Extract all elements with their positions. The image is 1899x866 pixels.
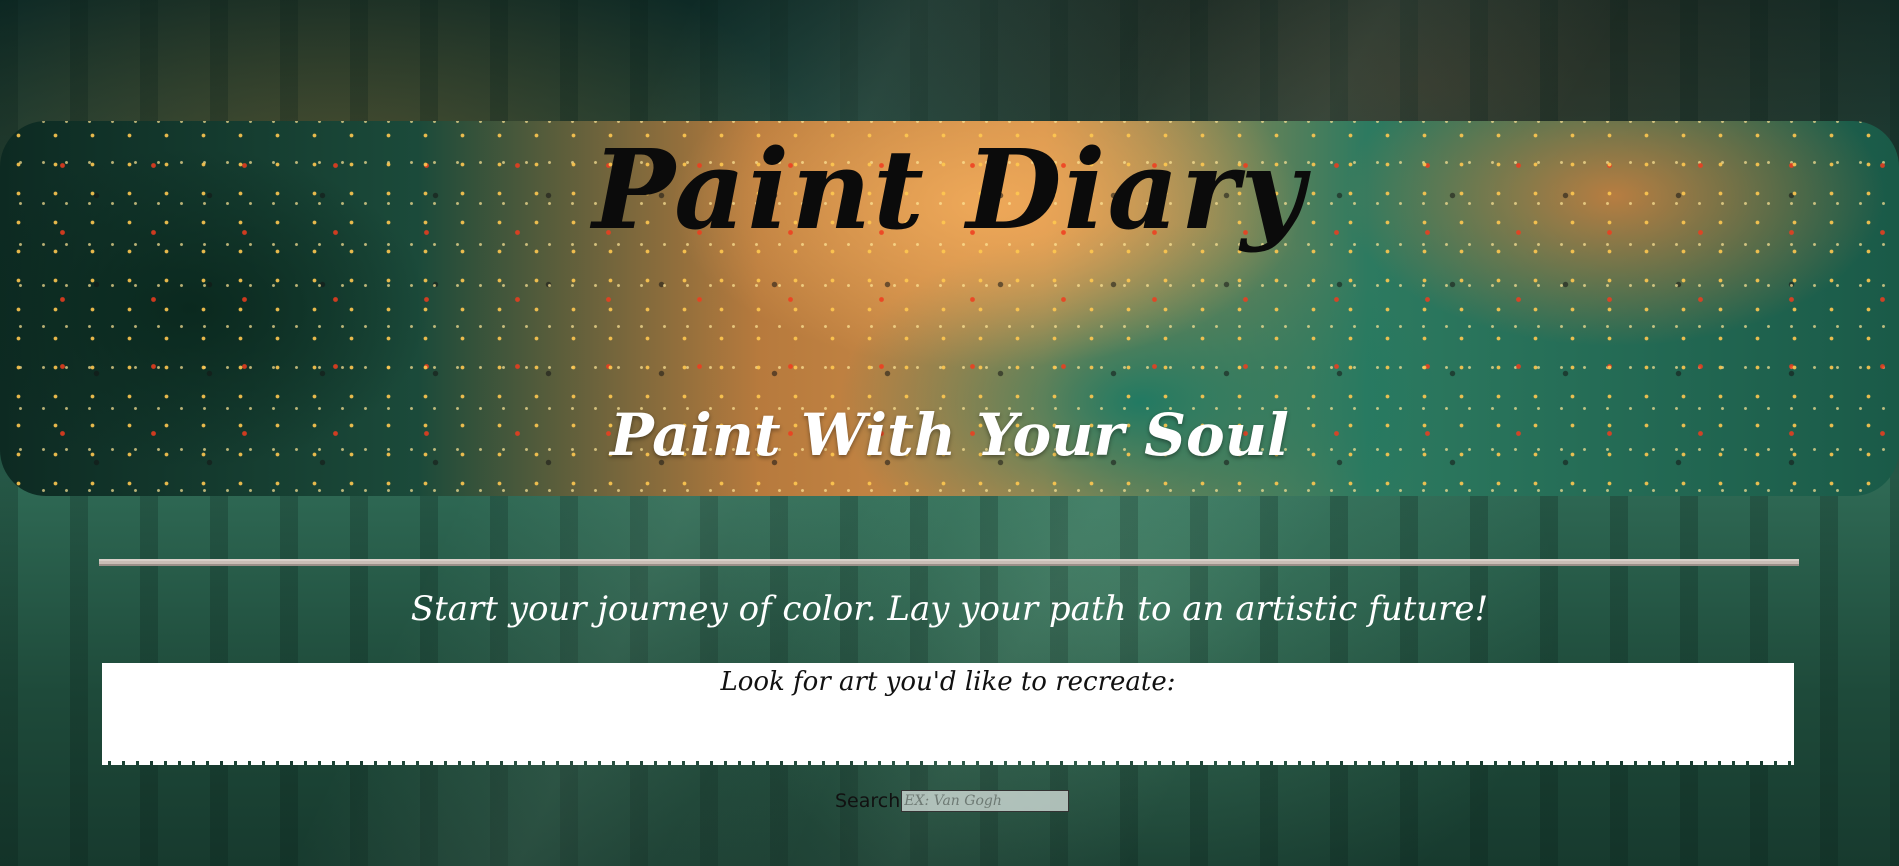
section-divider	[99, 559, 1799, 566]
search-prompt-label: Look for art you'd like to recreate:	[720, 667, 1176, 697]
search-prompt-panel: Look for art you'd like to recreate:	[102, 663, 1794, 765]
page-title: Paint Diary	[592, 125, 1307, 254]
page-tagline: Paint With Your Soul	[610, 401, 1289, 469]
search-label: Search	[835, 790, 901, 812]
intro-text: Start your journey of color. Lay your pa…	[410, 589, 1489, 629]
search-input[interactable]	[901, 790, 1070, 812]
search-row: Search	[835, 790, 1070, 812]
